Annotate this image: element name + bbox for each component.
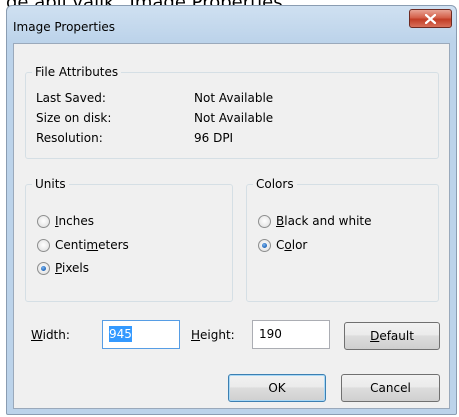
resolution-value: 96 DPI <box>194 131 234 145</box>
cancel-button-label: Cancel <box>370 381 411 395</box>
black-and-white-label: Black and white <box>276 214 372 228</box>
resolution-label: Resolution: <box>36 131 103 145</box>
size-on-disk-label: Size on disk: <box>36 111 112 125</box>
height-label: Height: <box>191 328 235 342</box>
colors-legend: Colors <box>253 177 297 191</box>
default-button-label: Default <box>370 329 414 343</box>
last-saved-label: Last Saved: <box>36 91 106 105</box>
radio-button-icon[interactable] <box>37 238 50 252</box>
close-x-icon <box>425 13 436 24</box>
default-button[interactable]: Default <box>344 322 440 350</box>
units-pixels-option[interactable]: Pixels <box>37 261 89 275</box>
radio-button-icon[interactable] <box>258 214 271 228</box>
units-centimeters-option[interactable]: Centimeters <box>37 238 129 252</box>
colors-black-and-white-option[interactable]: Black and white <box>258 214 372 228</box>
ok-button-label: OK <box>268 381 286 395</box>
radio-button-checked-icon[interactable] <box>258 238 271 252</box>
size-on-disk-value: Not Available <box>194 111 274 125</box>
file-attributes-legend: File Attributes <box>32 65 122 79</box>
last-saved-value: Not Available <box>194 91 274 105</box>
radio-button-checked-icon[interactable] <box>37 261 50 275</box>
dialog-title: Image Properties <box>13 20 116 34</box>
radio-button-icon[interactable] <box>37 214 50 228</box>
inches-label: Inches <box>55 214 94 228</box>
color-label: Color <box>276 238 308 252</box>
close-button[interactable] <box>409 9 452 28</box>
ok-button[interactable]: OK <box>228 374 326 402</box>
colors-color-option[interactable]: Color <box>258 238 307 252</box>
width-label: Width: <box>31 328 70 342</box>
units-inches-option[interactable]: Inches <box>37 214 94 228</box>
cancel-button[interactable]: Cancel <box>341 374 440 402</box>
dialog-client-area: File Attributes Last Saved: Not Availabl… <box>13 43 450 409</box>
height-input[interactable]: 190 <box>252 320 330 349</box>
centimeters-label: Centimeters <box>55 238 129 252</box>
image-properties-dialog: Image Properties File Attributes Last Sa… <box>6 5 457 415</box>
pixels-label: Pixels <box>55 261 90 275</box>
width-input[interactable]: 945 <box>102 320 180 349</box>
units-legend: Units <box>32 177 69 191</box>
